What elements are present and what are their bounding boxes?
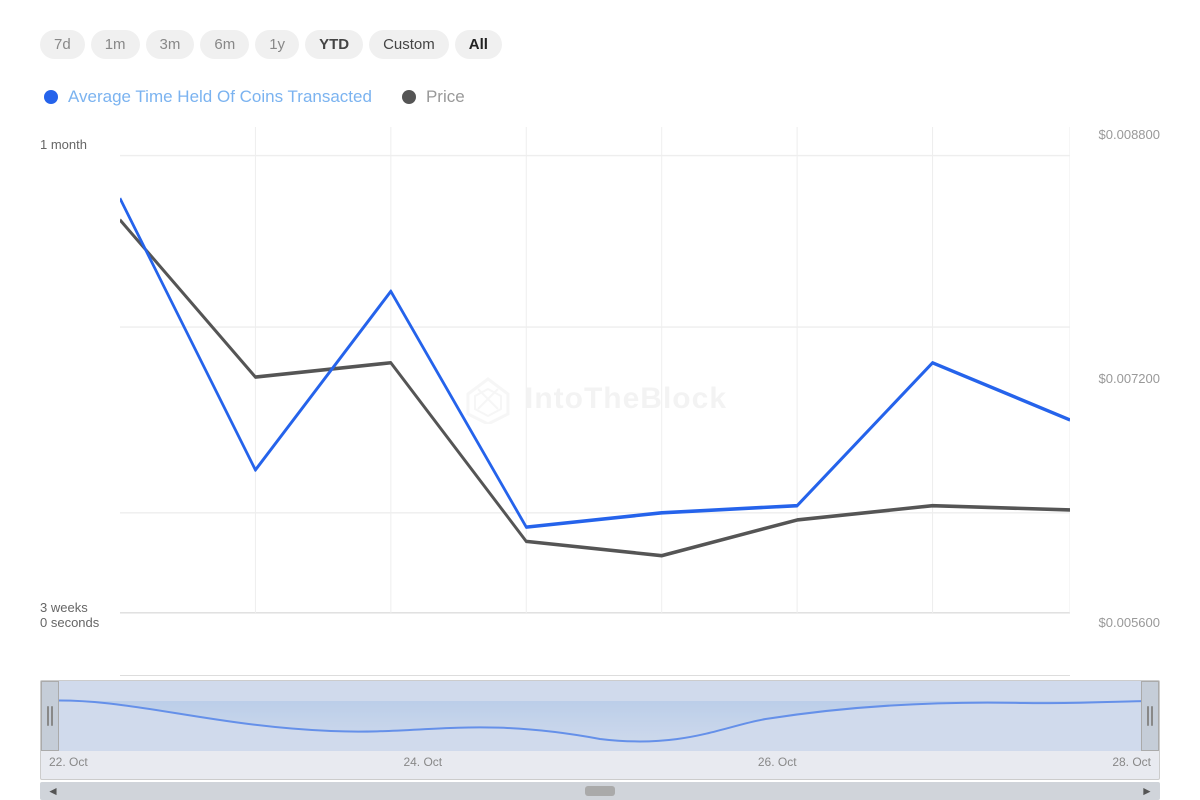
y-axis-left: 1 month 3 weeks 0 seconds	[40, 127, 120, 670]
chart-legend: Average Time Held Of Coins Transacted Pr…	[40, 87, 1160, 107]
y-label-right-top: $0.008800	[1099, 127, 1160, 142]
handle-line	[47, 706, 49, 726]
chart-main: 1 month 3 weeks 0 seconds IntoTheBlock	[40, 127, 1160, 670]
mini-x-axis: 22. Oct 24. Oct 26. Oct 28. Oct	[41, 751, 1159, 775]
legend-dot-dark	[402, 90, 416, 104]
legend-dot-blue	[44, 90, 58, 104]
legend-price: Price	[402, 87, 465, 107]
y-label-mid: 3 weeks	[40, 600, 88, 615]
scroll-left-arrow[interactable]: ◄	[44, 782, 62, 800]
btn-7d[interactable]: 7d	[40, 30, 85, 59]
legend-label-price: Price	[426, 87, 465, 107]
btn-all[interactable]: All	[455, 30, 502, 59]
scrollbar[interactable]: ◄ ►	[40, 782, 1160, 800]
handle-line	[1151, 706, 1153, 726]
mini-selection	[41, 681, 1159, 751]
time-range-bar: 7d 1m 3m 6m 1y YTD Custom All	[40, 30, 1160, 59]
scroll-thumb[interactable]	[585, 786, 615, 796]
legend-label-avg-time: Average Time Held Of Coins Transacted	[68, 87, 372, 107]
y-label-right-bottom: $0.005600	[1099, 615, 1160, 630]
btn-ytd[interactable]: YTD	[305, 30, 363, 59]
btn-1y[interactable]: 1y	[255, 30, 299, 59]
scroll-track: ◄ ►	[40, 782, 1160, 800]
handle-line	[1147, 706, 1149, 726]
mini-x-label-0: 22. Oct	[49, 755, 88, 775]
mini-chart-inner	[41, 681, 1159, 751]
btn-1m[interactable]: 1m	[91, 30, 140, 59]
mini-x-label-3: 28. Oct	[1112, 755, 1151, 775]
mini-x-label-2: 26. Oct	[758, 755, 797, 775]
mini-handle-right[interactable]	[1141, 681, 1159, 751]
mini-x-label-1: 24. Oct	[403, 755, 442, 775]
main-container: 7d 1m 3m 6m 1y YTD Custom All Average Ti…	[0, 0, 1200, 800]
btn-6m[interactable]: 6m	[200, 30, 249, 59]
btn-3m[interactable]: 3m	[146, 30, 195, 59]
chart-wrapper: 1 month 3 weeks 0 seconds IntoTheBlock	[40, 127, 1160, 800]
scroll-right-arrow[interactable]: ►	[1138, 782, 1156, 800]
y-label-bottom: 0 seconds	[40, 615, 99, 630]
handle-line	[51, 706, 53, 726]
legend-avg-time: Average Time Held Of Coins Transacted	[44, 87, 372, 107]
y-label-top: 1 month	[40, 137, 87, 152]
chart-svg	[120, 127, 1070, 670]
y-axis-right: $0.008800 $0.007200 $0.005600	[1070, 127, 1160, 670]
mini-chart-section[interactable]: 22. Oct 24. Oct 26. Oct 28. Oct	[40, 680, 1160, 780]
scroll-thumb-container	[62, 786, 1138, 796]
y-label-right-mid: $0.007200	[1099, 371, 1160, 386]
chart-center: IntoTheBlock	[120, 127, 1070, 670]
btn-custom[interactable]: Custom	[369, 30, 449, 59]
mini-handle-left[interactable]	[41, 681, 59, 751]
